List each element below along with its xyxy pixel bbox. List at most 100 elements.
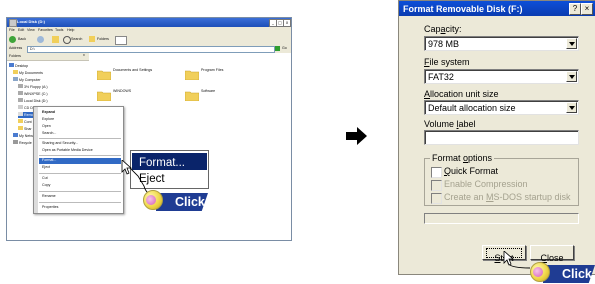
compression-label: Enable Compression: [444, 179, 528, 189]
menu-item-eject[interactable]: Eject: [42, 165, 50, 170]
menu-item-copy[interactable]: Copy: [42, 183, 50, 188]
menu-item-format[interactable]: Format...: [42, 158, 56, 163]
format-options-group: Format options Quick Format Enable Compr…: [424, 153, 579, 206]
dialog-close-button[interactable]: ×: [581, 3, 593, 15]
folder-label: Program Files: [201, 68, 224, 72]
menu-item-expand[interactable]: Expand: [42, 110, 55, 115]
folder-item[interactable]: Program Files: [184, 65, 223, 84]
folders-close-icon[interactable]: x: [83, 53, 85, 58]
back-arrow-icon[interactable]: [9, 36, 16, 43]
folder-item[interactable]: Software: [184, 86, 215, 105]
go-arrow-icon: [275, 46, 280, 51]
msdos-label: Create an MS-DOS startup disk: [444, 192, 571, 202]
address-input[interactable]: D:\: [27, 46, 275, 53]
menu-item-explore[interactable]: Explore: [42, 117, 54, 122]
menu-item-search[interactable]: Search...: [42, 131, 56, 136]
menu-edit[interactable]: Edit: [18, 28, 24, 33]
filesystem-label: File system: [424, 57, 470, 67]
menu-help[interactable]: Help: [67, 28, 74, 33]
volume-label-input[interactable]: [424, 130, 579, 145]
allocation-label: Allocation unit size: [424, 89, 499, 99]
menu-favorites[interactable]: Favorites: [38, 28, 53, 33]
folders-title: Folders: [9, 54, 21, 58]
menu-item-portable-media[interactable]: Open as Portable Media Device: [42, 148, 93, 153]
menu-item-open[interactable]: Open: [42, 124, 51, 129]
allocation-select[interactable]: Default allocation size: [424, 100, 579, 115]
folder-icon: [96, 91, 112, 102]
menu-item-rename[interactable]: Rename: [42, 194, 56, 199]
click-badge-icon: [143, 190, 163, 210]
help-button[interactable]: ?: [569, 3, 581, 15]
folder-icon: [184, 91, 200, 102]
menu-item-cut[interactable]: Cut: [42, 176, 48, 181]
chevron-down-icon: [566, 38, 577, 49]
allocation-value: Default allocation size: [428, 103, 516, 113]
chevron-down-icon: [566, 102, 577, 113]
folder-item[interactable]: WINDOWS: [96, 86, 131, 105]
menu-item-sharing[interactable]: Sharing and Security...: [42, 141, 78, 146]
folder-icon: [184, 70, 200, 81]
menu-separator: [39, 202, 121, 203]
compression-checkbox: [431, 180, 442, 191]
menu-separator: [39, 138, 121, 139]
click-banner: Click: [156, 193, 208, 211]
mouse-cursor-icon: [121, 160, 133, 175]
search-icon[interactable]: [63, 36, 71, 44]
views-icon[interactable]: [115, 36, 127, 45]
menu-item-properties[interactable]: Properties: [42, 205, 58, 210]
folder-item[interactable]: Documents and Settings: [96, 65, 152, 84]
context-menu: Expand Explore Open Search... Sharing an…: [33, 106, 124, 214]
tree-item-c-drive[interactable]: WINXPSE (C:): [18, 91, 48, 97]
chevron-down-icon: [566, 71, 577, 82]
format-progress-bar: [424, 213, 579, 224]
folders-header: Folders x: [7, 53, 89, 61]
drive-icon: [9, 19, 17, 27]
close-button[interactable]: x: [283, 19, 291, 27]
tree-item-control-panel[interactable]: Cont: [18, 119, 32, 125]
menu-view[interactable]: View: [27, 28, 35, 33]
mouse-cursor-icon: [503, 251, 515, 266]
quick-format-checkbox[interactable]: [431, 167, 442, 178]
folders-icon[interactable]: [89, 36, 95, 42]
dialog-title-bar: Format Removable Disk (F:) ? ×: [399, 1, 595, 16]
menu-separator: [39, 155, 121, 156]
title-bar: Local Disk (D:) _ □ x: [7, 18, 291, 27]
capacity-value: 978 MB: [428, 39, 460, 49]
tree-item-d-drive[interactable]: Local Disk (D:): [18, 98, 48, 104]
click-banner: Click: [543, 265, 595, 283]
forward-arrow-icon[interactable]: [37, 36, 44, 43]
folder-label: Software: [201, 89, 216, 93]
go-button[interactable]: Go: [275, 46, 289, 52]
address-label: Address: [9, 46, 23, 50]
click-disc-inner: [146, 195, 156, 205]
msdos-checkbox: [431, 193, 442, 204]
filesystem-select[interactable]: FAT32: [424, 69, 579, 84]
menu-tools[interactable]: Tools: [55, 28, 63, 33]
tree-item-my-documents[interactable]: My Documents: [13, 70, 43, 76]
folder-label: WINDOWS: [113, 89, 132, 93]
up-folder-icon[interactable]: [52, 36, 59, 43]
tree-item-recycle[interactable]: Recycle B: [13, 140, 35, 146]
go-label: Go: [282, 46, 287, 50]
click-disc-inner: [533, 267, 543, 277]
back-button[interactable]: Back: [18, 37, 26, 42]
search-button[interactable]: Search: [71, 37, 82, 42]
click-label: Click: [562, 267, 592, 281]
dialog-title: Format Removable Disk (F:): [403, 4, 523, 14]
tree-item-desktop[interactable]: Desktop: [9, 63, 28, 69]
volume-label-label: Volume label: [424, 119, 476, 129]
tree-item-floppy[interactable]: 3½ Floppy (A:): [18, 84, 48, 90]
quick-format-label: Quick Format: [444, 166, 499, 176]
right-arrow-icon: [346, 127, 367, 145]
format-options-label: Format options: [430, 153, 495, 163]
folders-button[interactable]: Folders: [97, 37, 109, 42]
tree-item-network[interactable]: My Netw: [13, 133, 33, 139]
tree-item-shared[interactable]: Shar: [18, 126, 32, 132]
folder-label: Documents and Settings: [113, 68, 153, 72]
tree-item-my-computer[interactable]: My Computer: [13, 77, 41, 83]
menu-file[interactable]: File: [9, 28, 15, 33]
click-badge-icon: [530, 262, 550, 282]
window-title: Local Disk (D:): [17, 19, 46, 24]
capacity-select[interactable]: 978 MB: [424, 36, 579, 51]
context-menu-band: [34, 107, 38, 213]
